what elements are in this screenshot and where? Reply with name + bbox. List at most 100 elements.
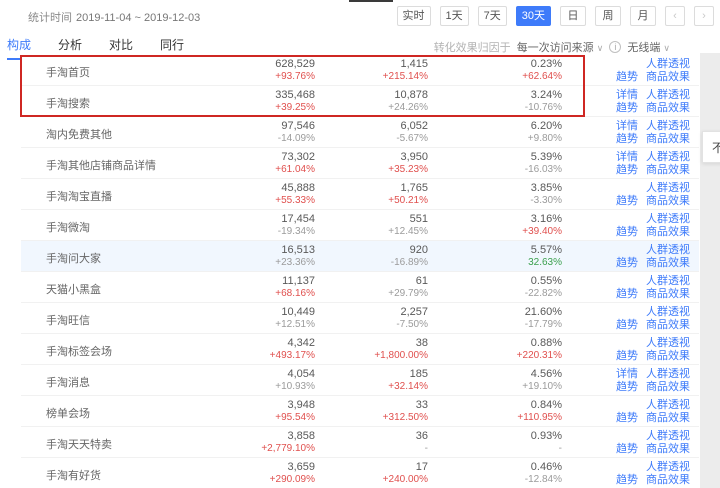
- audience-insight-link[interactable]: 人群透视: [646, 89, 690, 101]
- row-links: 人群透视 趋势商品效果: [608, 399, 690, 425]
- trend-link[interactable]: 趋势: [616, 257, 638, 269]
- trend-link[interactable]: 趋势: [616, 443, 638, 455]
- time-button[interactable]: 周: [595, 6, 621, 26]
- trend-link[interactable]: 趋势: [616, 195, 638, 207]
- audience-insight-link[interactable]: 人群透视: [646, 182, 690, 194]
- row-links: 详情人群透视 趋势商品效果: [608, 89, 690, 115]
- rate-cell: 0.46% -12.84%: [525, 461, 562, 486]
- traffic-source-name: 榜单会场: [46, 405, 90, 421]
- detail-link[interactable]: 详情: [616, 120, 638, 132]
- rate-value: 3.24%: [525, 89, 562, 102]
- time-button[interactable]: 月: [630, 6, 656, 26]
- buyers-cell: 61 +29.79%: [388, 275, 428, 300]
- product-effect-link[interactable]: 商品效果: [646, 381, 690, 393]
- product-effect-link[interactable]: 商品效果: [646, 474, 690, 486]
- audience-insight-link[interactable]: 人群透视: [646, 275, 690, 287]
- audience-insight-link[interactable]: 人群透视: [646, 213, 690, 225]
- trend-link[interactable]: 趋势: [616, 474, 638, 486]
- audience-insight-link[interactable]: 人群透视: [646, 461, 690, 473]
- product-effect-link[interactable]: 商品效果: [646, 412, 690, 424]
- detail-link[interactable]: 详情: [616, 89, 638, 101]
- visitors-change: +61.04%: [275, 164, 315, 176]
- buyers-value: 2,257: [396, 306, 428, 319]
- rate-change: +19.10%: [522, 381, 562, 393]
- buyers-cell: 6,052 -5.67%: [396, 120, 428, 145]
- product-effect-link[interactable]: 商品效果: [646, 443, 690, 455]
- table-row: 手淘搜索 335,468 +39.25% 10,878 +24.26% 3.24…: [21, 86, 699, 117]
- trend-link[interactable]: 趋势: [616, 350, 638, 362]
- chevron-down-icon: ∨: [597, 43, 604, 53]
- product-effect-link[interactable]: 商品效果: [646, 133, 690, 145]
- side-panel-card[interactable]: 不: [702, 131, 720, 163]
- trend-link[interactable]: 趋势: [616, 102, 638, 114]
- visitors-change: -14.09%: [278, 133, 315, 145]
- trend-link[interactable]: 趋势: [616, 412, 638, 424]
- time-button[interactable]: 30天: [516, 6, 551, 26]
- product-effect-link[interactable]: 商品效果: [646, 257, 690, 269]
- traffic-source-name: 手淘微淘: [46, 219, 90, 235]
- trend-link[interactable]: 趋势: [616, 226, 638, 238]
- buyers-value: 61: [388, 275, 428, 288]
- visitors-change: +95.54%: [275, 412, 315, 424]
- audience-insight-link[interactable]: 人群透视: [646, 120, 690, 132]
- product-effect-link[interactable]: 商品效果: [646, 195, 690, 207]
- product-effect-link[interactable]: 商品效果: [646, 164, 690, 176]
- rate-cell: 21.60% -17.79%: [525, 306, 562, 331]
- trend-link[interactable]: 趋势: [616, 133, 638, 145]
- product-effect-link[interactable]: 商品效果: [646, 350, 690, 362]
- product-effect-link[interactable]: 商品效果: [646, 102, 690, 114]
- info-icon[interactable]: i: [609, 41, 621, 53]
- buyers-cell: 17 +240.00%: [383, 461, 428, 486]
- rate-change: +220.31%: [517, 350, 562, 362]
- chevron-down-icon: ∨: [663, 43, 670, 53]
- product-effect-link[interactable]: 商品效果: [646, 226, 690, 238]
- product-effect-link[interactable]: 商品效果: [646, 71, 690, 83]
- audience-insight-link[interactable]: 人群透视: [646, 151, 690, 163]
- audience-insight-link[interactable]: 人群透视: [646, 337, 690, 349]
- visitors-cell: 10,449 +12.51%: [275, 306, 315, 331]
- rate-value: 0.23%: [522, 58, 562, 71]
- rate-cell: 3.24% -10.76%: [525, 89, 562, 114]
- next-period-button[interactable]: ›: [694, 6, 714, 26]
- visitors-cell: 16,513 +23.36%: [275, 244, 315, 269]
- visitors-cell: 3,948 +95.54%: [275, 399, 315, 424]
- trend-link[interactable]: 趋势: [616, 288, 638, 300]
- traffic-source-table: 手淘首页 628,529 +93.76% 1,415 +215.14% 0.23…: [21, 55, 699, 488]
- product-effect-link[interactable]: 商品效果: [646, 319, 690, 331]
- rate-change: -10.76%: [525, 102, 562, 114]
- audience-insight-link[interactable]: 人群透视: [646, 244, 690, 256]
- rate-value: 6.20%: [528, 120, 562, 133]
- time-button[interactable]: 实时: [397, 6, 431, 26]
- audience-insight-link[interactable]: 人群透视: [646, 399, 690, 411]
- prev-period-button[interactable]: ‹: [665, 6, 685, 26]
- time-button[interactable]: 7天: [478, 6, 507, 26]
- visitors-cell: 335,468 +39.25%: [275, 89, 315, 114]
- top-edge-artifact: [349, 0, 393, 2]
- terminal-dropdown[interactable]: 无线端 ∨: [627, 39, 670, 55]
- buyers-change: +215.14%: [383, 71, 428, 83]
- visitors-cell: 4,342 +493.17%: [270, 337, 315, 362]
- detail-link[interactable]: 详情: [616, 151, 638, 163]
- rate-value: 0.93%: [531, 430, 562, 443]
- traffic-source-name: 手淘其他店铺商品详情: [46, 157, 156, 173]
- trend-link[interactable]: 趋势: [616, 71, 638, 83]
- buyers-value: 6,052: [396, 120, 428, 133]
- table-row: 手淘标签会场 4,342 +493.17% 38 +1,800.00% 0.88…: [21, 334, 699, 365]
- audience-insight-link[interactable]: 人群透视: [646, 430, 690, 442]
- visitors-change: +12.51%: [275, 319, 315, 331]
- trend-link[interactable]: 趋势: [616, 164, 638, 176]
- rate-value: 0.84%: [517, 399, 562, 412]
- attribution-dropdown[interactable]: 每一次访问来源 ∨: [517, 39, 604, 55]
- time-button[interactable]: 1天: [440, 6, 469, 26]
- product-effect-link[interactable]: 商品效果: [646, 288, 690, 300]
- trend-link[interactable]: 趋势: [616, 319, 638, 331]
- rate-cell: 6.20% +9.80%: [528, 120, 562, 145]
- detail-link[interactable]: 详情: [616, 368, 638, 380]
- audience-insight-link[interactable]: 人群透视: [646, 58, 690, 70]
- time-button[interactable]: 日: [560, 6, 586, 26]
- buyers-cell: 10,878 +24.26%: [388, 89, 428, 114]
- audience-insight-link[interactable]: 人群透视: [646, 368, 690, 380]
- visitors-value: 4,054: [275, 368, 315, 381]
- audience-insight-link[interactable]: 人群透视: [646, 306, 690, 318]
- trend-link[interactable]: 趋势: [616, 381, 638, 393]
